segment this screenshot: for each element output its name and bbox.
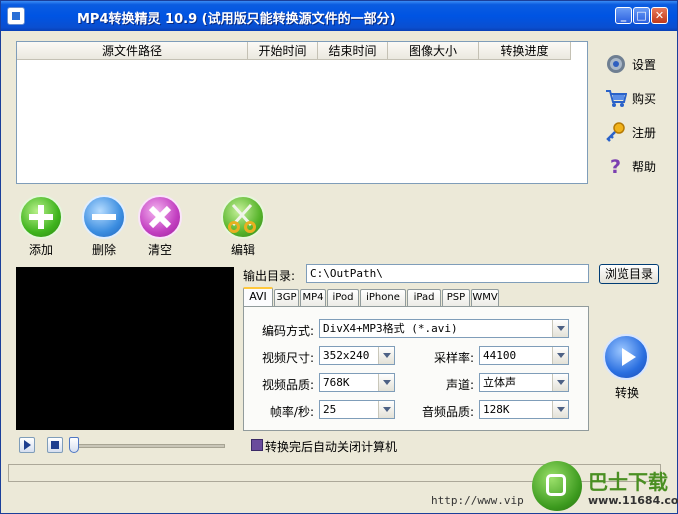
audio-quality-select[interactable]: 128K xyxy=(479,400,569,419)
watermark-url: www.11684.com xyxy=(588,494,678,507)
output-dir-input[interactable]: C:\OutPath\ xyxy=(306,264,589,283)
tab-ipod[interactable]: iPod xyxy=(327,289,359,306)
video-size-dropdown-arrow-icon[interactable] xyxy=(378,347,394,364)
buy-label: 购买 xyxy=(632,92,657,106)
settings-button[interactable]: 设置 xyxy=(605,51,675,75)
settings-label: 设置 xyxy=(632,58,657,72)
column-progress[interactable]: 转换进度 xyxy=(479,42,571,60)
add-icon xyxy=(19,195,63,239)
watermark-title: 巴士下载 xyxy=(588,470,668,494)
video-preview xyxy=(16,267,234,430)
file-list-header: 源文件路径 开始时间 结束时间 图像大小 转换进度 xyxy=(17,42,587,61)
video-quality-dropdown-arrow-icon[interactable] xyxy=(378,374,394,391)
stop-icon xyxy=(51,441,59,449)
help-button[interactable]: ? 帮助 xyxy=(605,153,675,177)
video-size-value: 352x240 xyxy=(323,349,370,362)
frame-rate-dropdown-arrow-icon[interactable] xyxy=(378,401,394,418)
codec-label: 编码方式: xyxy=(261,324,314,338)
clear-button[interactable]: 清空 xyxy=(135,195,195,257)
output-dir-label: 输出目录: xyxy=(243,269,296,283)
video-size-label: 视频尺寸: xyxy=(261,351,314,365)
frame-rate-select[interactable]: 25 xyxy=(319,400,395,419)
tab-wmv[interactable]: WMV xyxy=(471,289,499,306)
buy-button[interactable]: 购买 xyxy=(605,85,675,109)
title-bar[interactable]: MP4转换精灵 10.9 (试用版只能转换源文件的一部分) _ □ ✕ xyxy=(1,1,677,31)
cart-icon xyxy=(606,90,627,107)
close-button[interactable]: ✕ xyxy=(651,7,668,24)
window-title: MP4转换精灵 10.9 (试用版只能转换源文件的一部分) xyxy=(77,12,396,27)
browse-button[interactable]: 浏览目录 xyxy=(599,264,659,284)
delete-label: 删除 xyxy=(91,243,116,257)
codec-value: DivX4+MP3格式 (*.avi) xyxy=(323,322,458,335)
clear-label: 清空 xyxy=(147,243,172,257)
audio-quality-value: 128K xyxy=(483,403,510,416)
convert-play-icon xyxy=(603,334,649,380)
add-button[interactable]: 添加 xyxy=(16,195,76,257)
tab-psp[interactable]: PSP xyxy=(442,289,470,306)
codec-select[interactable]: DivX4+MP3格式 (*.avi) xyxy=(319,319,569,338)
play-icon xyxy=(24,440,31,450)
maximize-button[interactable]: □ xyxy=(633,7,650,24)
tab-3gp[interactable]: 3GP xyxy=(274,289,299,306)
minimize-button[interactable]: _ xyxy=(615,7,632,24)
settings-panel: 编码方式: DivX4+MP3格式 (*.avi) 视频尺寸: 352x240 … xyxy=(243,306,589,431)
minus-icon xyxy=(82,195,126,239)
tab-mp4[interactable]: MP4 xyxy=(300,289,326,306)
sample-rate-value: 44100 xyxy=(483,349,517,362)
svg-text:?: ? xyxy=(610,156,621,177)
watermark-logo-icon xyxy=(532,461,582,511)
auto-shutdown-label[interactable]: 转换完后自动关闭计算机 xyxy=(265,438,397,455)
audio-quality-label: 音频品质: xyxy=(421,405,474,419)
video-quality-value: 768K xyxy=(323,376,350,389)
register-label: 注册 xyxy=(632,126,657,140)
sample-rate-label: 采样率: xyxy=(433,351,474,365)
main-window: MP4转换精灵 10.9 (试用版只能转换源文件的一部分) _ □ ✕ 源文件路… xyxy=(0,0,678,514)
channels-select[interactable]: 立体声 xyxy=(479,373,569,392)
seek-thumb[interactable] xyxy=(69,437,79,453)
gear-icon xyxy=(607,55,625,73)
edit-button[interactable]: 编辑 xyxy=(218,195,278,257)
channels-value: 立体声 xyxy=(483,376,516,389)
scissors-icon xyxy=(221,195,265,239)
app-icon xyxy=(7,7,25,25)
key-icon xyxy=(606,122,625,142)
frame-rate-label: 帧率/秒: xyxy=(269,405,314,419)
channels-dropdown-arrow-icon[interactable] xyxy=(552,374,568,391)
audio-quality-dropdown-arrow-icon[interactable] xyxy=(552,401,568,418)
column-source-path[interactable]: 源文件路径 xyxy=(17,42,248,60)
video-quality-select[interactable]: 768K xyxy=(319,373,395,392)
watermark: 巴士下载 www.11684.com xyxy=(528,459,678,513)
seek-bar[interactable] xyxy=(73,444,225,448)
help-icon: ? xyxy=(610,156,621,177)
tab-ipad[interactable]: iPad xyxy=(407,289,441,306)
frame-rate-value: 25 xyxy=(323,403,337,416)
tab-iphone[interactable]: iPhone xyxy=(360,289,406,306)
convert-button[interactable]: 转换 xyxy=(601,334,655,404)
column-start-time[interactable]: 开始时间 xyxy=(248,42,318,60)
edit-label: 编辑 xyxy=(230,243,255,257)
clear-x-icon xyxy=(138,195,182,239)
stop-button[interactable] xyxy=(47,437,63,453)
file-list[interactable]: 源文件路径 开始时间 结束时间 图像大小 转换进度 xyxy=(16,41,588,184)
codec-dropdown-arrow-icon[interactable] xyxy=(552,320,568,337)
channels-label: 声道: xyxy=(445,378,474,392)
video-quality-label: 视频品质: xyxy=(261,378,314,392)
video-size-select[interactable]: 352x240 xyxy=(319,346,395,365)
help-label: 帮助 xyxy=(632,160,657,174)
delete-button[interactable]: 删除 xyxy=(79,195,139,257)
register-button[interactable]: 注册 xyxy=(605,119,675,143)
play-button[interactable] xyxy=(19,437,35,453)
add-label: 添加 xyxy=(28,243,53,257)
column-image-size[interactable]: 图像大小 xyxy=(388,42,479,60)
convert-label: 转换 xyxy=(614,386,639,400)
column-end-time[interactable]: 结束时间 xyxy=(318,42,388,60)
tab-avi[interactable]: AVI xyxy=(243,287,273,307)
auto-shutdown-checkbox[interactable] xyxy=(251,439,263,451)
sample-rate-dropdown-arrow-icon[interactable] xyxy=(552,347,568,364)
sample-rate-select[interactable]: 44100 xyxy=(479,346,569,365)
footer-url[interactable]: http://www.vip xyxy=(431,494,524,507)
